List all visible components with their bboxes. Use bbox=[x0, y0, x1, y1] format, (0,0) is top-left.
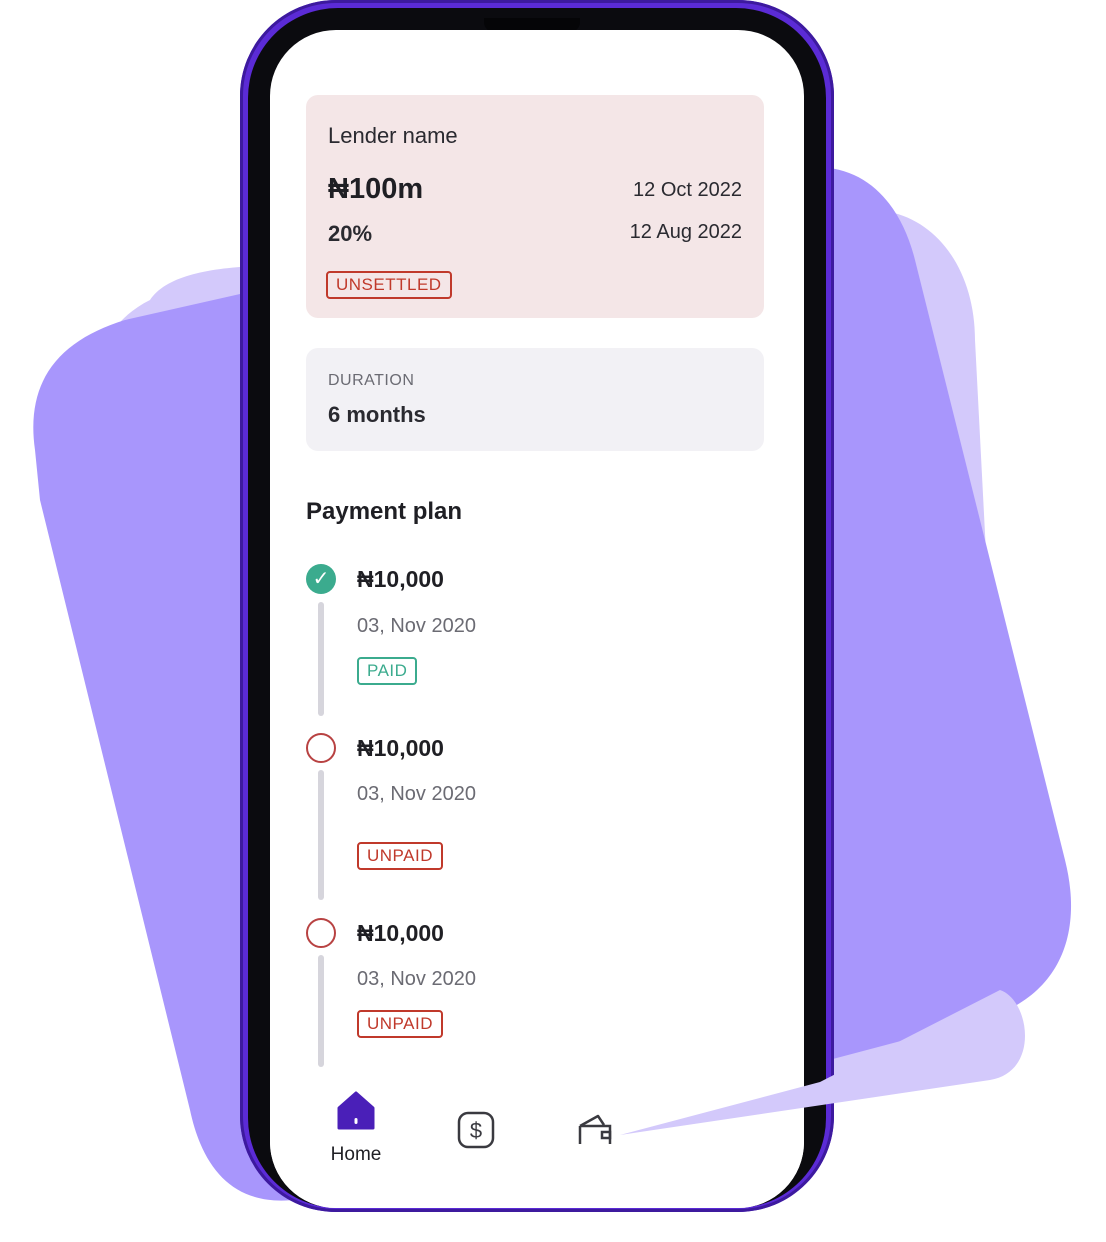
status-badge: UNSETTLED bbox=[326, 271, 452, 299]
app-screen: Lender name ₦100m 12 Oct 2022 20% 12 Aug… bbox=[270, 30, 804, 1208]
payment-date: 03, Nov 2020 bbox=[357, 615, 476, 637]
loan-date-1: 12 Oct 2022 bbox=[633, 179, 742, 201]
paid-badge: PAID bbox=[357, 657, 418, 685]
timeline-connector bbox=[318, 955, 324, 1067]
timeline-connector bbox=[318, 770, 324, 900]
payment-amount: ₦10,000 bbox=[357, 735, 444, 761]
phone-frame: Lender name ₦100m 12 Oct 2022 20% 12 Aug… bbox=[240, 0, 834, 1212]
home-icon bbox=[337, 1091, 375, 1130]
nav-item-payments[interactable]: $ bbox=[456, 1110, 496, 1155]
payment-date: 03, Nov 2020 bbox=[357, 783, 476, 805]
pending-circle-icon bbox=[306, 918, 336, 948]
nav-label-home: Home bbox=[330, 1144, 382, 1165]
payment-amount: ₦10,000 bbox=[357, 566, 444, 592]
dollar-icon: $ bbox=[457, 1111, 495, 1149]
pending-circle-icon bbox=[306, 733, 336, 763]
check-icon: ✓ bbox=[306, 564, 336, 594]
unpaid-badge: UNPAID bbox=[357, 1010, 443, 1038]
duration-value: 6 months bbox=[328, 402, 426, 427]
duration-card: DURATION 6 months bbox=[306, 348, 764, 451]
nav-item-home[interactable]: Home bbox=[328, 1090, 384, 1166]
payment-amount: ₦10,000 bbox=[357, 920, 444, 946]
loan-amount: ₦100m bbox=[328, 173, 424, 205]
nav-item-wallet[interactable] bbox=[576, 1110, 616, 1155]
unpaid-badge: UNPAID bbox=[357, 842, 443, 870]
duration-label: DURATION bbox=[328, 372, 415, 389]
loan-summary-card[interactable]: Lender name ₦100m 12 Oct 2022 20% 12 Aug… bbox=[306, 95, 764, 318]
bottom-navigation: Home $ bbox=[270, 1090, 804, 1208]
payment-date: 03, Nov 2020 bbox=[357, 968, 476, 990]
interest-rate: 20% bbox=[328, 221, 373, 246]
timeline-connector bbox=[318, 602, 324, 716]
loan-date-2: 12 Aug 2022 bbox=[629, 221, 742, 243]
lender-name: Lender name bbox=[328, 123, 458, 148]
wallet-icon bbox=[578, 1114, 612, 1144]
svg-text:$: $ bbox=[470, 1118, 482, 1143]
payment-plan-title: Payment plan bbox=[306, 498, 463, 525]
